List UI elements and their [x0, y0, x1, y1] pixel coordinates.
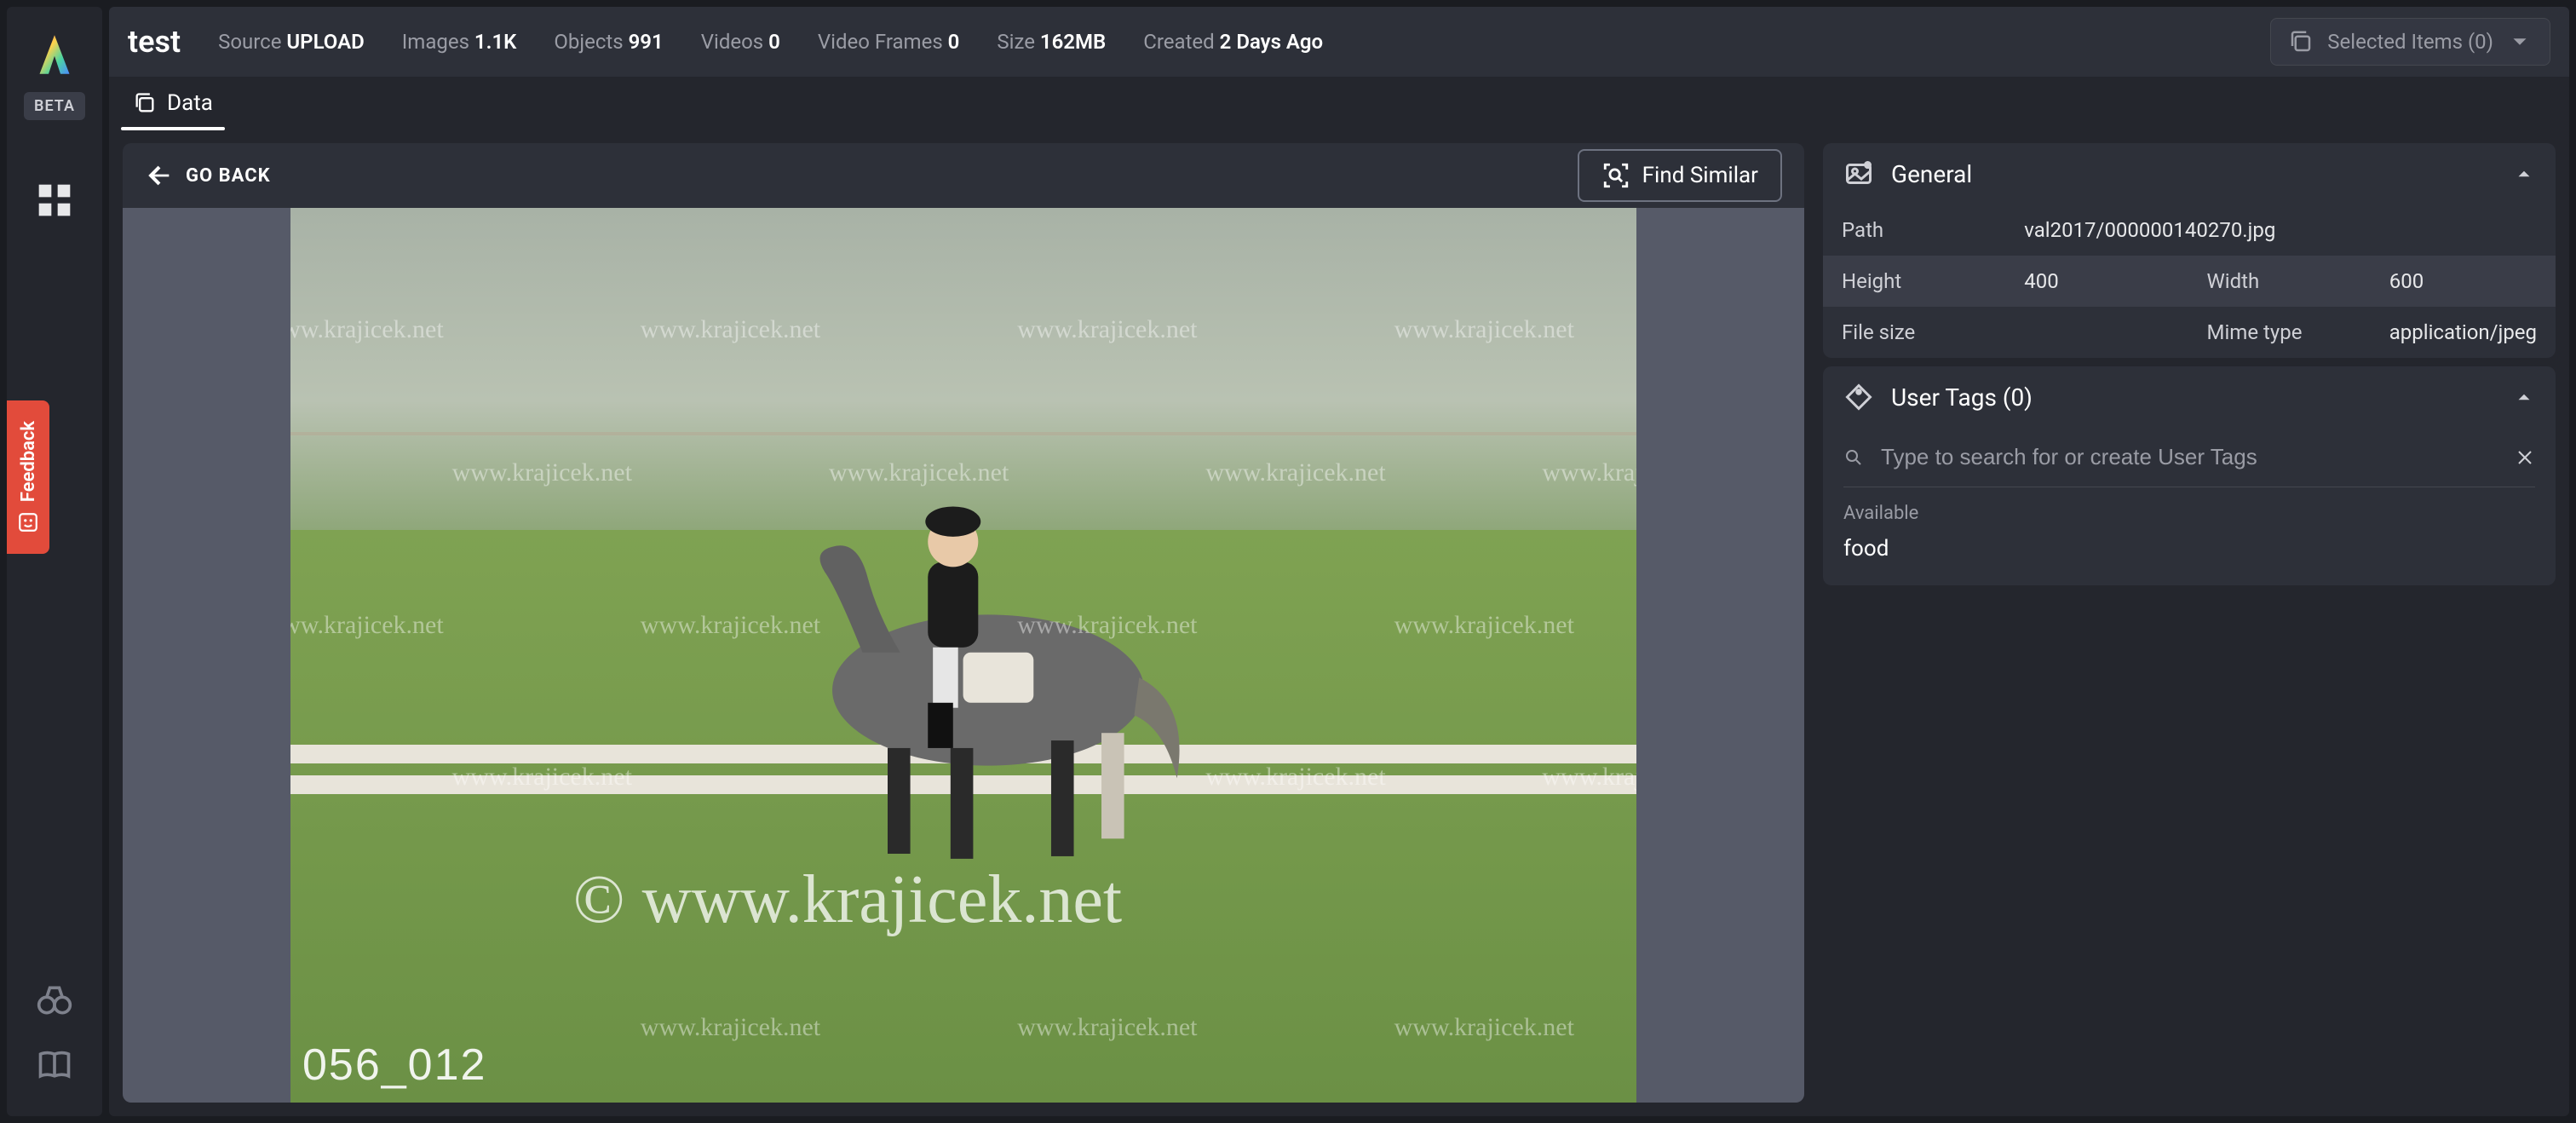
- watermark-text: www.krajicek.net: [1394, 1013, 1574, 1042]
- general-accordion-toggle[interactable]: i General: [1823, 143, 2556, 204]
- selected-items-dropdown[interactable]: Selected Items (0): [2270, 18, 2550, 66]
- height-value: 400: [2005, 256, 2188, 307]
- watermark-text: www.krajicek.net: [1394, 611, 1574, 640]
- watermark-text: www.krajicek.net: [452, 458, 632, 487]
- dataset-name: test: [128, 24, 181, 60]
- stat-objects: Objects 991: [554, 30, 663, 54]
- image-info-icon: i: [1843, 158, 1874, 189]
- available-tags-label: Available: [1823, 487, 2556, 531]
- image-subject: [667, 476, 1259, 879]
- find-similar-button[interactable]: Find Similar: [1578, 149, 1782, 202]
- tag-icon: [1843, 382, 1874, 412]
- user-tags-accordion-toggle[interactable]: User Tags (0): [1823, 366, 2556, 428]
- watermark-text: www.krajicek.net: [1542, 458, 1636, 487]
- left-nav-rail: BETA: [7, 7, 102, 1116]
- user-tags-search-input[interactable]: [1879, 443, 2499, 471]
- smile-icon: [17, 511, 39, 533]
- stat-video-frames: Video Frames 0: [818, 30, 960, 54]
- right-side-panel: i General Path val2017/000000140270.jpg …: [1823, 143, 2556, 1103]
- book-icon[interactable]: [27, 1038, 82, 1092]
- width-value: 600: [2371, 256, 2556, 307]
- tag-item[interactable]: food: [1823, 531, 2556, 567]
- path-label: Path: [1823, 204, 2005, 256]
- find-similar-label: Find Similar: [1642, 163, 1758, 188]
- filesize-label: File size: [1823, 307, 2005, 358]
- chevron-down-icon: [2507, 29, 2533, 55]
- watermark-text: www.krajicek.net: [829, 458, 1009, 487]
- mime-value: application/jpeg: [2371, 307, 2556, 358]
- watermark-main: © www.krajicek.net: [573, 861, 1122, 939]
- tab-data[interactable]: Data: [121, 77, 225, 130]
- watermark-text: www.krajicek.net: [452, 763, 632, 792]
- width-label: Width: [2188, 256, 2371, 307]
- height-label: Height: [1823, 256, 2005, 307]
- watermark-text: www.krajicek.net: [1205, 458, 1385, 487]
- image-canvas[interactable]: www.krajicek.net www.krajicek.net www.kr…: [123, 208, 1804, 1103]
- stat-created: Created 2 Days Ago: [1143, 30, 1323, 54]
- general-accordion: i General Path val2017/000000140270.jpg …: [1823, 143, 2556, 358]
- svg-text:i: i: [1867, 162, 1869, 170]
- watermark-text: www.krajicek.net: [641, 1013, 820, 1042]
- path-value: val2017/000000140270.jpg: [2005, 204, 2556, 256]
- watermark-text: www.krajicek.net: [1542, 763, 1636, 792]
- watermark-text: www.krajicek.net: [290, 315, 444, 344]
- mime-label: Mime type: [2188, 307, 2371, 358]
- chevron-up-icon: [2513, 163, 2535, 185]
- binoculars-icon[interactable]: [27, 973, 82, 1028]
- stat-source: Source UPLOAD: [218, 30, 365, 54]
- watermark-text: www.krajicek.net: [641, 315, 820, 344]
- user-tags-accordion: User Tags (0): [1823, 366, 2556, 585]
- go-back-button[interactable]: GO BACK: [145, 161, 271, 190]
- watermark-text: www.krajicek.net: [1017, 1013, 1197, 1042]
- stat-videos: Videos 0: [701, 30, 780, 54]
- feedback-label: Feedback: [18, 421, 39, 502]
- search-icon: [1843, 447, 1864, 468]
- go-back-label: GO BACK: [186, 165, 271, 187]
- clear-icon[interactable]: [2515, 447, 2535, 468]
- tabs-row: Data: [109, 77, 2569, 130]
- watermark-text: www.krajicek.net: [1017, 315, 1197, 344]
- image-content: www.krajicek.net www.krajicek.net www.kr…: [290, 208, 1636, 1103]
- image-frame-id: 056_012: [302, 1039, 486, 1091]
- dataset-header-bar: test Source UPLOAD Images 1.1K Objects 9…: [109, 7, 2569, 77]
- watermark-text: www.krajicek.net: [1017, 611, 1197, 640]
- copy-stack-icon: [2288, 29, 2314, 55]
- filesize-value: [2005, 307, 2188, 358]
- nav-grid-icon[interactable]: [27, 173, 82, 227]
- stat-images: Images 1.1K: [402, 30, 517, 54]
- copy-icon: [133, 91, 157, 115]
- user-tags-title: User Tags (0): [1891, 383, 2033, 412]
- general-properties-table: Path val2017/000000140270.jpg Height 400…: [1823, 204, 2556, 358]
- beta-badge: BETA: [24, 92, 85, 120]
- watermark-text: www.krajicek.net: [1394, 315, 1574, 344]
- chevron-up-icon: [2513, 386, 2535, 408]
- general-title: General: [1891, 160, 1972, 188]
- stat-size: Size 162MB: [997, 30, 1106, 54]
- scan-search-icon: [1601, 161, 1630, 190]
- selected-items-label: Selected Items (0): [2327, 30, 2493, 54]
- app-logo[interactable]: [31, 31, 78, 78]
- feedback-button[interactable]: Feedback: [7, 400, 49, 554]
- watermark-text: www.krajicek.net: [641, 611, 820, 640]
- watermark-text: www.krajicek.net: [290, 611, 444, 640]
- image-viewer-panel: GO BACK Find Similar: [123, 143, 1804, 1103]
- tab-data-label: Data: [167, 90, 213, 116]
- arrow-left-icon: [145, 161, 174, 190]
- watermark-text: www.krajicek.net: [1205, 763, 1385, 792]
